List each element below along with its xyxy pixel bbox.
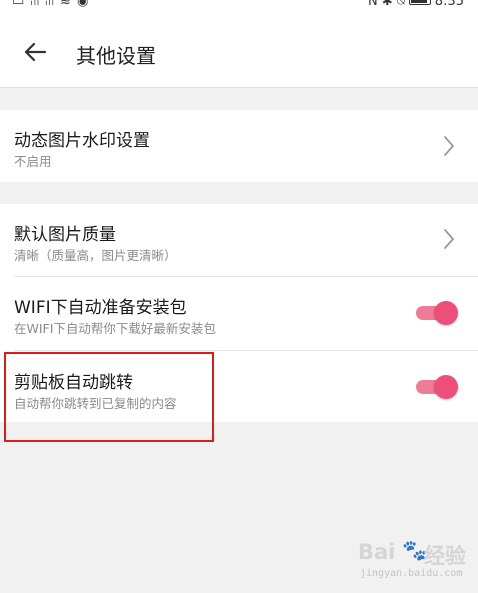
wifi-download-toggle[interactable] xyxy=(416,301,458,325)
chevron-right-icon xyxy=(442,135,456,157)
setting-subtitle: 清晰（质量高，图片更清晰） xyxy=(14,248,177,263)
setting-subtitle: 在WIFI下自动帮你下载好最新安装包 xyxy=(14,321,216,336)
chevron-right-icon xyxy=(442,228,456,250)
arrow-left-icon[interactable] xyxy=(18,36,50,68)
battery-icon xyxy=(408,0,431,5)
setting-subtitle: 不启用 xyxy=(14,154,52,169)
toggle-knob xyxy=(434,375,458,399)
highlight-annotation-box xyxy=(4,352,214,442)
page-title: 其他设置 xyxy=(76,44,156,68)
watermark-url: jingyan.baidu.com xyxy=(360,568,463,579)
settings-group-watermark: 动态图片水印设置 不启用 xyxy=(0,110,478,182)
app-header: 其他设置 xyxy=(0,12,478,88)
status-icons-right: N ✱ ⍉ 8:35 xyxy=(368,0,464,9)
clipboard-jump-toggle[interactable] xyxy=(416,375,458,399)
toggle-knob xyxy=(434,301,458,325)
setting-row-wifi: WIFI下自动准备安装包 在WIFI下自动帮你下载好最新安装包 xyxy=(0,277,478,350)
status-bar: ▭ ᵢₗₗ ᵢₗₗ ≋ ◉ N ✱ ⍉ 8:35 xyxy=(0,0,478,12)
setting-title: WIFI下自动准备安装包 xyxy=(14,298,187,318)
setting-title: 动态图片水印设置 xyxy=(14,131,150,151)
watermark-brand: Bai xyxy=(358,540,396,564)
setting-title: 默认图片质量 xyxy=(14,225,116,245)
watermark-suffix: 经验 xyxy=(424,544,466,568)
baidu-jingyan-watermark: Bai 🐾 经验 jingyan.baidu.com xyxy=(358,538,468,588)
setting-row-quality[interactable]: 默认图片质量 清晰（质量高，图片更清晰） xyxy=(0,204,478,276)
status-time: 8:35 xyxy=(434,0,464,9)
status-icons: N ✱ ⍉ xyxy=(367,0,405,9)
setting-row-watermark[interactable]: 动态图片水印设置 不启用 xyxy=(0,110,478,182)
status-icons-left: ▭ ᵢₗₗ ᵢₗₗ ≋ ◉ xyxy=(12,0,90,9)
